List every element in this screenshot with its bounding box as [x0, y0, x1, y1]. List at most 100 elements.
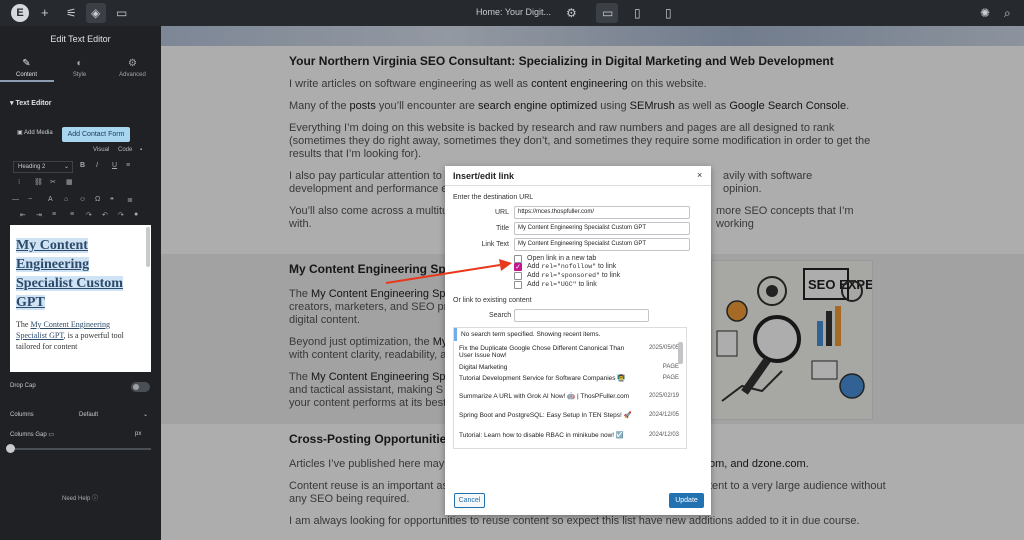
- tab-style[interactable]: ◐ Style: [53, 58, 106, 78]
- columns-gap-unit[interactable]: px: [135, 431, 141, 437]
- active-tab-indicator: [0, 80, 54, 82]
- editor-heading-text: My Content Engineering Specialist Custom…: [16, 238, 123, 310]
- chat-icon[interactable]: ▭: [116, 5, 127, 21]
- list-item[interactable]: Spring Boot and PostgreSQL: Easy Setup I…: [459, 412, 679, 428]
- gear-icon[interactable]: ⚙: [566, 5, 577, 21]
- close-icon[interactable]: ×: [697, 170, 702, 180]
- ugc-pre: Add: [527, 281, 542, 288]
- title-label: Title: [496, 225, 509, 232]
- editor-paragraph: The My Content Engineering Specialist GP…: [16, 319, 142, 352]
- underline-icon[interactable]: U: [112, 162, 117, 169]
- emoji-icon[interactable]: ☺: [79, 196, 86, 203]
- sponsored-checkbox[interactable]: [514, 272, 522, 280]
- trash-icon[interactable]: ▪: [140, 147, 142, 153]
- link-icon[interactable]: ⛓: [34, 178, 43, 186]
- editor-para-prefix: The: [16, 320, 31, 329]
- redo-alt-icon[interactable]: ↷: [118, 211, 124, 219]
- ugc-checkbox[interactable]: [514, 281, 522, 289]
- help-icon[interactable]: ●: [134, 211, 138, 218]
- editor-scrollbar[interactable]: [146, 227, 150, 267]
- section-text-editor[interactable]: ▾ Text Editor: [10, 99, 52, 107]
- nofollow-checkbox[interactable]: ✓: [514, 263, 522, 271]
- layers-button[interactable]: ◈: [86, 3, 106, 23]
- search-icon[interactable]: ⌕: [1004, 5, 1011, 21]
- url-instruction: Enter the destination URL: [453, 194, 534, 201]
- desktop-view-button[interactable]: ▭: [596, 3, 618, 23]
- results-list[interactable]: No search term specified. Showing recent…: [453, 327, 687, 449]
- drop-cap-toggle[interactable]: [131, 382, 150, 392]
- plus-icon[interactable]: +: [41, 5, 49, 21]
- add-contact-form-button[interactable]: Add Contact Form: [62, 127, 130, 142]
- url-label: URL: [494, 209, 509, 216]
- need-help-link[interactable]: Need Help ⓘ: [62, 493, 98, 502]
- columns-gap-slider-track[interactable]: [10, 448, 151, 450]
- code-tab[interactable]: Code: [118, 147, 132, 153]
- list-icon[interactable]: ⁝: [18, 178, 20, 186]
- list-item[interactable]: Fix the Duplicate Google Chose Different…: [459, 345, 679, 361]
- tab-advanced-label: Advanced: [119, 72, 146, 78]
- italic-icon[interactable]: I: [96, 162, 98, 169]
- quote-icon[interactable]: ❝: [110, 196, 114, 204]
- link-text-input[interactable]: My Content Engineering Specialist Custom…: [514, 238, 690, 251]
- list-item[interactable]: Digital Marketing PAGE: [459, 364, 679, 374]
- align-right-icon[interactable]: ≡: [70, 211, 74, 218]
- dialog-title: Insert/edit link: [453, 171, 515, 181]
- tablet-icon[interactable]: ▯: [634, 5, 641, 21]
- hr-icon[interactable]: —: [12, 196, 19, 203]
- cancel-button[interactable]: Cancel: [454, 493, 485, 508]
- list-item[interactable]: Summarize A URL with Grok AI Now! 🤖 | Th…: [459, 393, 679, 409]
- toolbar-toggle-icon[interactable]: ▦: [66, 178, 73, 186]
- result-title: Fix the Duplicate Google Chose Different…: [459, 345, 625, 359]
- indent-icon[interactable]: ⇤: [20, 211, 26, 219]
- results-scrollbar[interactable]: [678, 342, 683, 364]
- result-meta: 2025/02/19: [648, 393, 679, 399]
- nofollow-post: to link: [596, 263, 617, 270]
- columns-gap-slider-handle[interactable]: [6, 444, 15, 453]
- tab-content-label: Content: [15, 72, 37, 78]
- search-input[interactable]: [514, 309, 649, 322]
- clear-format-icon[interactable]: ≣: [127, 196, 133, 204]
- top-bar: E + ⚟ ◈ ▭ Home: Your Digit... ⚙ ▭ ▯ ▯ ✺ …: [0, 0, 1024, 26]
- mobile-icon[interactable]: ▯: [665, 5, 672, 21]
- bold-icon[interactable]: B: [80, 162, 85, 169]
- visual-tab[interactable]: Visual: [93, 147, 109, 153]
- result-title: Spring Boot and PostgreSQL: Easy Setup I…: [459, 412, 632, 419]
- editor-heading: My Content Engineering Specialist Custom…: [16, 236, 142, 312]
- sponsored-post: to link: [599, 272, 621, 279]
- outdent-icon[interactable]: ⇥: [36, 211, 42, 219]
- elementor-logo-icon[interactable]: E: [11, 4, 29, 22]
- columns-gap-label: Columns Gap ▭: [10, 431, 54, 438]
- new-tab-checkbox[interactable]: [514, 255, 522, 263]
- drop-cap-label: Drop Cap: [10, 383, 36, 389]
- layers-icon: ◈: [91, 6, 101, 20]
- sponsored-code: rel="sponsored": [541, 272, 600, 279]
- sliders-icon[interactable]: ⚟: [66, 5, 77, 21]
- columns-select[interactable]: Default ⌄: [79, 410, 151, 421]
- special-char-icon[interactable]: Ω: [95, 196, 100, 203]
- result-title: Tutorial: Learn how to disable RBAC in m…: [459, 432, 625, 439]
- unlink-icon[interactable]: ✂: [50, 178, 56, 186]
- columns-gap-text: Columns Gap: [10, 432, 47, 438]
- insert-link-dialog: Insert/edit link × Enter the destination…: [445, 166, 711, 515]
- title-input[interactable]: My Content Engineering Specialist Custom…: [514, 222, 690, 235]
- strike-icon[interactable]: −: [28, 196, 32, 203]
- align-left-icon[interactable]: ≡: [52, 211, 56, 218]
- list-item[interactable]: Tutorial: Learn how to disable RBAC in m…: [459, 432, 679, 442]
- undo-icon[interactable]: ↶: [102, 211, 108, 219]
- list-item[interactable]: Tutorial Development Service for Softwar…: [459, 375, 679, 391]
- accessibility-icon[interactable]: ✺: [980, 5, 990, 21]
- url-input[interactable]: https://mces.thospfuller.com/: [514, 206, 690, 219]
- update-button[interactable]: Update: [669, 493, 704, 508]
- paste-icon[interactable]: ⌂: [64, 196, 68, 203]
- result-meta: 2024/12/05: [648, 412, 679, 418]
- sponsored-label: Add rel="sponsored" to link: [527, 272, 620, 279]
- tab-content[interactable]: ✎ Content: [0, 58, 53, 78]
- align-icon[interactable]: ≡: [126, 162, 130, 169]
- add-media-button[interactable]: ▣ Add Media: [17, 129, 53, 136]
- rich-text-editor[interactable]: My Content Engineering Specialist Custom…: [10, 225, 151, 372]
- redo-icon[interactable]: ↷: [86, 211, 92, 219]
- text-color-icon[interactable]: A: [48, 196, 53, 203]
- heading-select[interactable]: Heading 2 ⌄: [13, 161, 73, 173]
- tab-advanced[interactable]: ⚙ Advanced: [106, 58, 159, 78]
- page-title-dropdown[interactable]: Home: Your Digit...: [476, 7, 551, 17]
